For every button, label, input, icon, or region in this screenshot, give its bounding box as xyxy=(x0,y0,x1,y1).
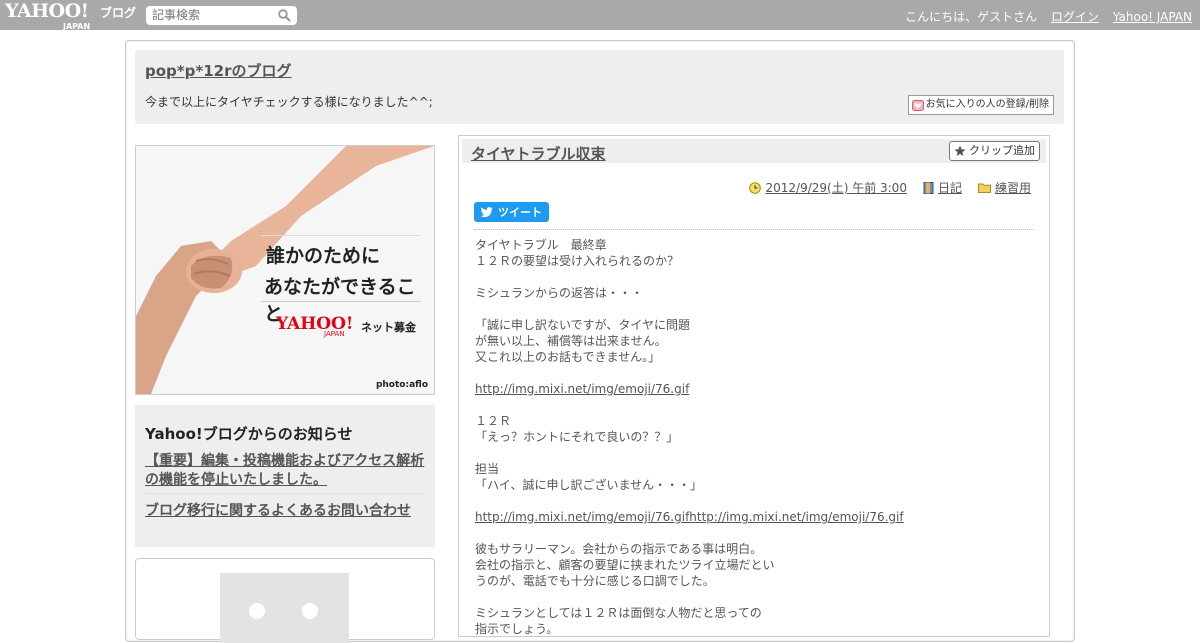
search-box[interactable] xyxy=(146,6,297,25)
article-body-line: ミシュランからの返答は・・・ xyxy=(475,286,644,300)
article-body-line xyxy=(475,301,1035,317)
clip-button[interactable]: クリップ追加 xyxy=(949,141,1040,161)
avatar-eye xyxy=(302,603,318,619)
avatar-eye xyxy=(249,603,265,619)
article-body-line: 「誠に申し訳ないですが、タイヤに問題 xyxy=(475,318,691,332)
yahoo-japan-link[interactable]: Yahoo! JAPAN xyxy=(1113,10,1192,24)
notice-heading: Yahoo!ブログからのお知らせ xyxy=(145,425,353,443)
article-body-line: 会社の指示と、顧客の要望に挟まれたツライ立場だとい xyxy=(475,558,775,572)
charity-banner[interactable]: 誰かのために あなたができること YAHOO! JAPAN ネット募金 phot… xyxy=(135,145,435,395)
greeting-text: こんにちは、ゲストさん xyxy=(905,10,1038,24)
profile-panel xyxy=(135,558,435,643)
article-body-line: 指示でしょう。 xyxy=(475,622,559,636)
banner-yahoo-logo-sub: JAPAN xyxy=(324,330,345,338)
article-body-line: http://img.mixi.net/img/emoji/76.gifhttp… xyxy=(475,509,1035,525)
clip-button-label: クリップ追加 xyxy=(969,144,1035,157)
banner-divider xyxy=(261,235,421,236)
article-meta: 2012/9/29(土) 午前 3:00 日記 練習用 xyxy=(733,179,1031,196)
article-body-line xyxy=(475,445,1035,461)
article-divider xyxy=(474,229,1034,230)
photo-credit: photo:aflo xyxy=(375,380,428,390)
article-body-line: 「ハイ、誠に申し訳ございません・・・」 xyxy=(475,478,703,492)
notice-link[interactable]: 【重要】編集・投稿機能およびアクセス解析の機能を停止いたしました。 xyxy=(145,452,427,490)
article-body-line: １２Ｒの要望は受け入れられるのか？ xyxy=(475,254,680,268)
tweet-button[interactable]: ツイート xyxy=(474,202,549,222)
article-body-link[interactable]: http://img.mixi.net/img/emoji/76.gif xyxy=(475,382,689,396)
article-body-line xyxy=(475,589,1035,605)
logo-sub: JAPAN xyxy=(63,22,91,31)
article-title[interactable]: タイヤトラブル収束 xyxy=(471,143,606,164)
avatar[interactable] xyxy=(220,573,349,643)
user-greeting-area: こんにちは、ゲストさん ログイン Yahoo! JAPAN xyxy=(905,8,1192,25)
logo-blog-label[interactable]: ブログ xyxy=(100,4,136,21)
top-bar: YAHOO! JAPAN ブログ こんにちは、ゲストさん ログイン Yahoo!… xyxy=(0,0,1200,32)
clock-icon xyxy=(749,181,762,194)
article-body-line xyxy=(475,525,1035,541)
article-body-line: 担当 xyxy=(475,462,500,476)
article-body: タイヤトラブル 最終章 １２Ｒの要望は受け入れられるのか？ ミシュランからの返答は・… xyxy=(475,237,1035,637)
article-body-line: 「えっ？ホントにそれで良いの？？」 xyxy=(475,430,679,444)
article-category-group: 日記 xyxy=(923,179,962,196)
folder-icon xyxy=(977,183,991,193)
article-body-line: うのが、電話でも十分に感じる口調でした。 xyxy=(475,574,715,588)
handshake-image xyxy=(136,146,434,394)
notice-link[interactable]: ブログ移行に関するよくあるお問い合わせ xyxy=(145,500,411,520)
notice-divider xyxy=(145,493,425,494)
article-body-line: が無い以上、補償等は出来ません。 xyxy=(475,334,667,348)
yahoo-logo[interactable]: YAHOO! JAPAN xyxy=(5,2,90,32)
blog-header: pop*p*12rのブログ 今まで以上にタイヤチェックする様になりました^^; … xyxy=(135,50,1064,124)
banner-line-1: 誰かのために xyxy=(266,245,381,267)
article-body-line xyxy=(475,269,1035,285)
heart-icon xyxy=(911,99,924,111)
tweet-button-label: ツイート xyxy=(498,206,542,219)
search-input[interactable] xyxy=(152,7,272,23)
notice-panel: Yahoo!ブログからのお知らせ 【重要】編集・投稿機能およびアクセス解析の機能… xyxy=(135,405,435,547)
article-body-line xyxy=(475,493,1035,509)
banner-divider xyxy=(261,301,421,302)
article-date-group: 2012/9/29(土) 午前 3:00 xyxy=(749,179,907,196)
favorite-button[interactable]: お気に入りの人の登録/削除 xyxy=(907,95,1054,115)
star-icon xyxy=(954,145,966,156)
login-link[interactable]: ログイン xyxy=(1051,10,1099,24)
twitter-bird-icon xyxy=(480,206,493,217)
article: タイヤトラブル収束 クリップ追加 2012/9/29(土) 午前 3:00 日記 xyxy=(458,135,1050,637)
article-body-line xyxy=(475,397,1035,413)
article-body-line: http://img.mixi.net/img/emoji/76.gif xyxy=(475,381,1035,397)
article-body-line: 又これ以上のお話もできません。」 xyxy=(475,350,661,364)
book-icon xyxy=(923,181,934,194)
article-body-line: １２Ｒ xyxy=(475,414,512,428)
search-icon[interactable] xyxy=(278,9,291,22)
article-body-link[interactable]: http://img.mixi.net/img/emoji/76.gifhttp… xyxy=(475,510,904,524)
article-body-line: 彼もサラリーマン。会社からの指示である事は明白。 xyxy=(475,542,763,556)
article-body-line: ミシュランとしては１２Ｒは面倒な人物だと思っての xyxy=(475,606,762,620)
blog-title[interactable]: pop*p*12rのブログ xyxy=(145,60,291,81)
article-category[interactable]: 日記 xyxy=(938,179,962,196)
favorite-button-label: お気に入りの人の登録/削除 xyxy=(925,99,1049,110)
article-date[interactable]: 2012/9/29(土) 午前 3:00 xyxy=(765,179,906,196)
blog-description: 今まで以上にタイヤチェックする様になりました^^; xyxy=(145,95,433,109)
article-folder[interactable]: 練習用 xyxy=(995,179,1031,196)
article-folder-group: 練習用 xyxy=(977,179,1031,196)
article-header: タイヤトラブル収束 クリップ追加 xyxy=(462,139,1046,163)
article-body-line: タイヤトラブル 最終章 xyxy=(475,238,607,252)
banner-tagline: ネット募金 xyxy=(361,321,416,334)
article-body-line xyxy=(475,365,1035,381)
